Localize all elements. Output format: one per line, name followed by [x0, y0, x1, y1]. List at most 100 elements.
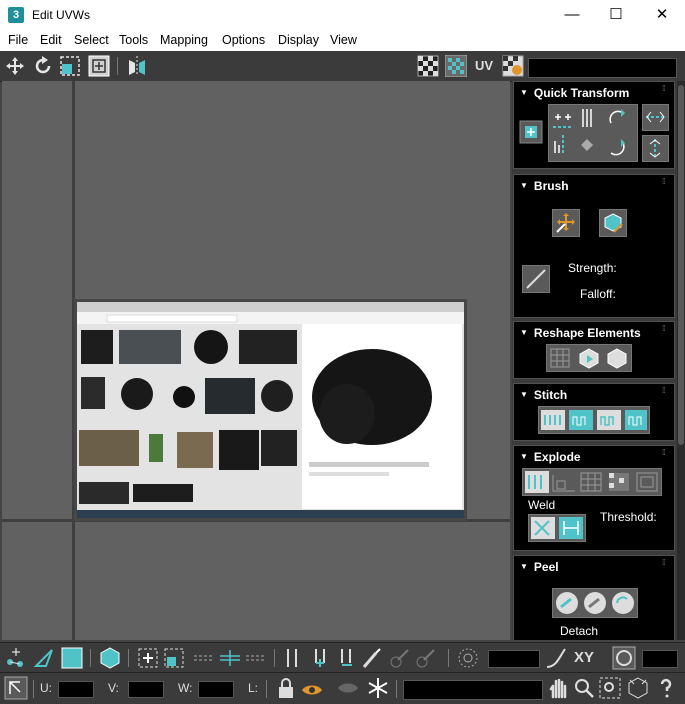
absolute-mode-icon[interactable]: [4, 676, 28, 700]
map-dropdown[interactable]: [528, 58, 677, 78]
freeform-icon[interactable]: [88, 55, 110, 77]
explode-buttons: [522, 468, 662, 496]
panel-title: Quick Transform: [533, 86, 630, 100]
falloff-type-icon[interactable]: [544, 646, 568, 670]
soft-selection-icon[interactable]: [456, 646, 480, 670]
bottom-toolbar: XY: [0, 642, 685, 673]
w-field[interactable]: [198, 681, 234, 698]
collapse-arrow-icon: ▼: [520, 452, 528, 461]
shrink-selection-icon[interactable]: [162, 646, 186, 670]
checker-icon[interactable]: [417, 55, 439, 77]
grip-icon: ⁞⁞: [662, 448, 665, 457]
transform-center-icon[interactable]: [519, 120, 543, 144]
peel-buttons: [552, 588, 638, 618]
select-vertex-icon[interactable]: [4, 646, 28, 670]
panel-header[interactable]: ▼ Quick Transform: [520, 86, 629, 100]
u-field[interactable]: [58, 681, 94, 698]
move-icon[interactable]: [4, 55, 26, 77]
panel-peel: ▼ Peel ⁞⁞ Detach: [513, 555, 675, 640]
align-vertical-button[interactable]: [642, 135, 669, 162]
pin-remove-icon[interactable]: [334, 646, 358, 670]
rotate-angle-field[interactable]: [642, 650, 678, 668]
collapse-arrow-icon: ▼: [520, 328, 528, 337]
menu-file[interactable]: File: [8, 33, 28, 47]
panel-header[interactable]: ▼ Brush: [520, 179, 569, 193]
loop-ring-icons[interactable]: [192, 646, 268, 670]
paint-move-button[interactable]: [552, 209, 580, 237]
show-hide-icon[interactable]: [300, 676, 324, 700]
falloff-label: Falloff:: [580, 287, 616, 301]
mirror-icon[interactable]: [126, 55, 148, 77]
falloff-curve-icon: [526, 269, 546, 289]
xy-label[interactable]: XY: [574, 649, 594, 666]
reshape-icons[interactable]: [547, 345, 631, 371]
panel-title: Stitch: [533, 388, 568, 402]
freeze-icon[interactable]: [366, 676, 390, 700]
align-icons[interactable]: [549, 105, 637, 161]
pin-add-icon[interactable]: [308, 646, 332, 670]
scale-icon[interactable]: [59, 55, 81, 77]
menu-view[interactable]: View: [330, 33, 357, 47]
panel-header[interactable]: ▼ Reshape Elements: [520, 326, 641, 340]
u-label: U:: [40, 681, 52, 695]
collapse-arrow-icon: ▼: [520, 390, 528, 399]
falloff-curve-button[interactable]: [522, 265, 550, 293]
zoom-extents-icon[interactable]: [626, 676, 650, 700]
select-edge-icon[interactable]: [32, 646, 56, 670]
peel-icons[interactable]: [553, 589, 637, 617]
soft-selection-field[interactable]: [488, 650, 540, 668]
paint-select-icon[interactable]: [360, 646, 384, 670]
pan-hand-icon[interactable]: [546, 676, 570, 700]
side-panel: ▼ Quick Transform ⁞⁞ ▼ Brush ⁞⁞ Strength…: [512, 81, 685, 640]
rotate-snap-icon[interactable]: [612, 646, 636, 670]
menu-options[interactable]: Options: [222, 33, 265, 47]
paint-move-icon: [556, 213, 575, 233]
panel-brush: ▼ Brush ⁞⁞ Strength: Falloff:: [513, 174, 675, 318]
menu-display[interactable]: Display: [278, 33, 319, 47]
relax-brush-button[interactable]: [599, 209, 627, 237]
toolbar-separator: [117, 57, 118, 75]
select-face-icon[interactable]: [60, 646, 84, 670]
close-button[interactable]: ✕: [639, 0, 685, 30]
weld-buttons: [528, 514, 586, 542]
maximize-button[interactable]: ☐: [593, 0, 639, 30]
lock-icon[interactable]: [274, 676, 298, 700]
checker-pattern-icon[interactable]: [445, 55, 467, 77]
rotate-icon[interactable]: [32, 55, 54, 77]
stitch-icons[interactable]: [539, 407, 649, 433]
select-element-icon[interactable]: [98, 646, 122, 670]
align-horizontal-icon: [646, 111, 665, 123]
filter-field[interactable]: [403, 680, 543, 700]
zoom-icon[interactable]: [572, 676, 596, 700]
brush-size-down-icon[interactable]: [414, 646, 438, 670]
uv-viewport[interactable]: [2, 81, 510, 640]
collapse-arrow-icon: ▼: [520, 88, 528, 97]
strength-label: Strength:: [568, 261, 617, 275]
brush-size-up-icon[interactable]: [388, 646, 412, 670]
menu-select[interactable]: Select: [74, 33, 109, 47]
pinch-icon[interactable]: [280, 646, 304, 670]
side-scrollbar-thumb[interactable]: [678, 85, 684, 445]
menu-edit[interactable]: Edit: [40, 33, 62, 47]
uv-label[interactable]: UV: [475, 58, 493, 73]
panel-header[interactable]: ▼ Explode: [520, 450, 581, 464]
grow-selection-icon[interactable]: [136, 646, 160, 670]
side-scrollbar[interactable]: [677, 81, 685, 640]
title-bar: 3 Edit UVWs — ☐ ✕: [0, 0, 685, 31]
panel-quick-transform: ▼ Quick Transform ⁞⁞: [513, 81, 675, 169]
hide-icon[interactable]: [336, 676, 360, 700]
minimize-button[interactable]: —: [549, 0, 595, 30]
panel-header[interactable]: ▼ Stitch: [520, 388, 567, 402]
menu-tools[interactable]: Tools: [119, 33, 148, 47]
zoom-region-icon[interactable]: [598, 676, 622, 700]
explode-icons[interactable]: [523, 469, 661, 495]
menu-mapping[interactable]: Mapping: [160, 33, 208, 47]
align-horizontal-button[interactable]: [642, 104, 669, 131]
reshape-buttons: [546, 344, 632, 372]
weld-icons[interactable]: [529, 515, 585, 541]
w-label: W:: [178, 681, 193, 695]
help-icon[interactable]: [654, 676, 678, 700]
map-options-icon[interactable]: [502, 55, 524, 77]
v-field[interactable]: [128, 681, 164, 698]
panel-header[interactable]: ▼ Peel: [520, 560, 559, 574]
